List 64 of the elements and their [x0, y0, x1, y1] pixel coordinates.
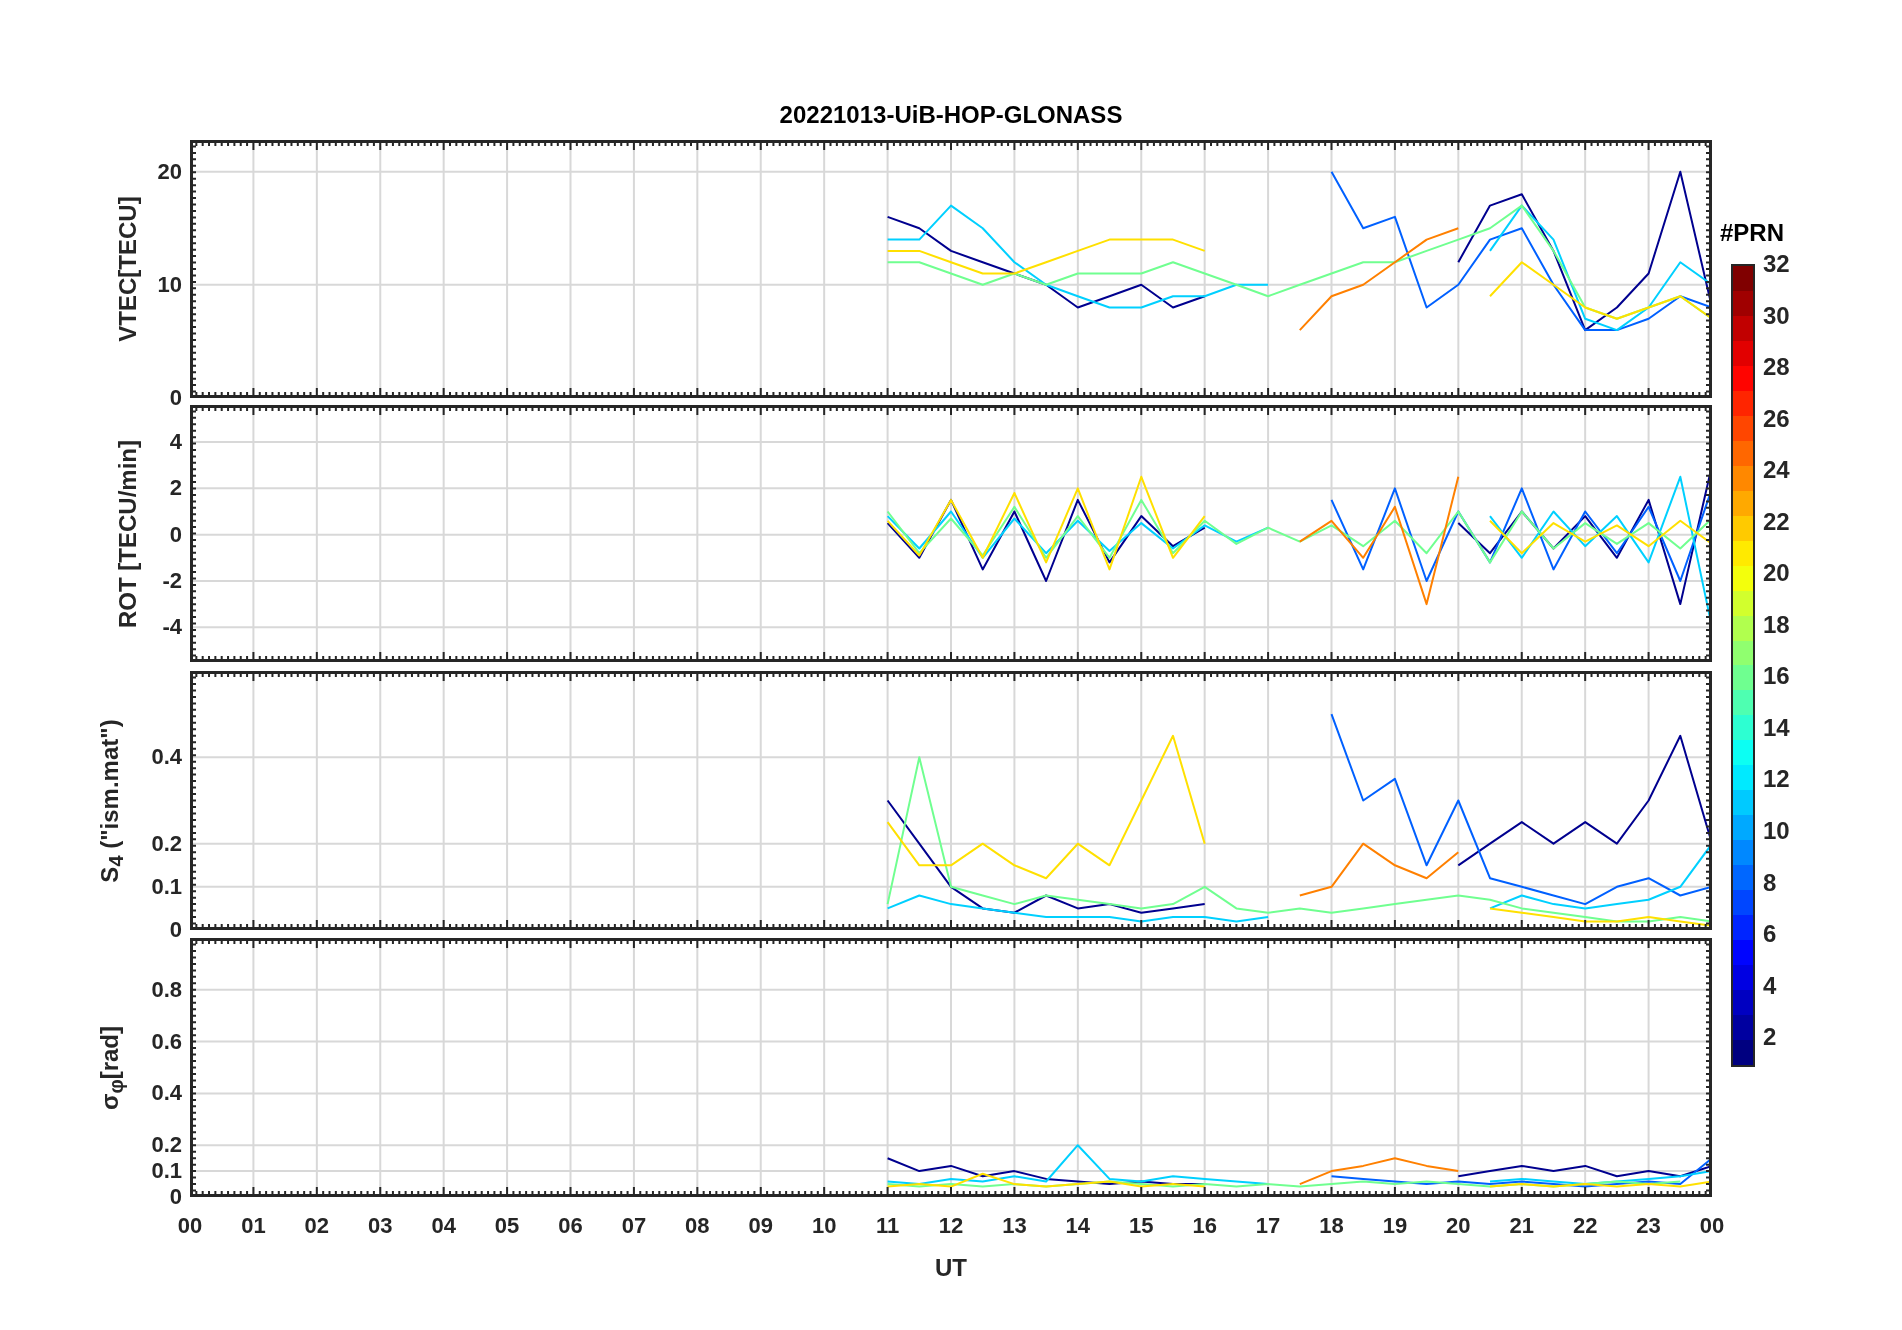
axis-tick-label: 23	[1636, 1213, 1661, 1239]
axis-tick-label: 13	[1002, 1213, 1027, 1239]
colorbar-tick-label: 12	[1763, 765, 1790, 794]
colorbar-tick-label: 24	[1763, 456, 1790, 485]
axis-tick-label: 0.1	[151, 873, 182, 900]
axis-tick-label: 00	[1699, 1213, 1725, 1239]
colorbar-title: #PRN	[1720, 219, 1785, 247]
colorbar-tick-label: 8	[1763, 868, 1777, 897]
axis-label: VTEC[TECU]	[114, 196, 142, 342]
axis-tick-label: 14	[1065, 1213, 1091, 1239]
axis-tick-label: 00	[177, 1213, 203, 1239]
axis-tick-label: -2	[162, 567, 182, 594]
axis-tick-label: 0.6	[151, 1028, 182, 1055]
axis-tick-label: 08	[685, 1213, 710, 1239]
axis-tick-label: 0.4	[151, 744, 182, 771]
chart-title: 20221013-UiB-HOP-GLONASS	[778, 101, 1124, 129]
colorbar-tick-label: 22	[1763, 507, 1790, 536]
axis-tick-label: 07	[621, 1213, 647, 1239]
colorbar-tick-label: 2	[1763, 1023, 1777, 1052]
axis-tick-label: 0.4	[151, 1080, 182, 1107]
axis-tick-label: 20	[157, 158, 182, 185]
axis-tick-label: -4	[162, 614, 182, 641]
axis-tick-label: 0.2	[151, 830, 182, 857]
axis-tick-label: 16	[1192, 1213, 1217, 1239]
colorbar-tick-label: 6	[1763, 920, 1777, 949]
colorbar-tick-label: 14	[1763, 713, 1790, 742]
colorbar-tick-label: 26	[1763, 404, 1790, 433]
colorbar-tick-label: 18	[1763, 610, 1790, 639]
axis-tick-label: 17	[1255, 1213, 1281, 1239]
axis-tick-label: 20	[1446, 1213, 1471, 1239]
axis-tick-label: 01	[241, 1213, 266, 1239]
axis-tick-label: 12	[938, 1213, 964, 1239]
axis-tick-label: 22	[1572, 1213, 1598, 1239]
axis-tick-label: 0.2	[151, 1132, 182, 1159]
axis-label: ROT [TECU/min]	[114, 439, 142, 628]
axis-tick-label: 0	[169, 521, 182, 548]
colorbar-tick-label: 28	[1763, 353, 1790, 382]
axis-tick-label: 0	[169, 1184, 182, 1210]
axis-tick-label: 21	[1509, 1213, 1534, 1239]
colorbar-tick-label: 16	[1763, 662, 1790, 691]
axis-tick-label: 0	[169, 385, 182, 411]
axis-tick-label: 05	[494, 1213, 520, 1239]
axis-tick-label: 18	[1319, 1213, 1344, 1239]
axis-tick-label: 10	[157, 271, 182, 298]
axis-tick-label: 4	[169, 429, 182, 456]
axis-tick-label: 0	[169, 917, 182, 943]
axis-tick-label: 06	[558, 1213, 583, 1239]
axis-tick-label: 04	[431, 1213, 456, 1239]
axis-tick-label: 19	[1382, 1213, 1408, 1239]
axis-tick-label: 03	[368, 1213, 393, 1239]
colorbar-tick-label: 32	[1763, 250, 1790, 278]
axis-label: UT	[935, 1254, 967, 1282]
axis-tick-label: 02	[304, 1213, 330, 1239]
colorbar-tick-label: 20	[1763, 559, 1790, 588]
axis-tick-label: 0.1	[151, 1158, 182, 1185]
axis-tick-label: 09	[748, 1213, 773, 1239]
axis-tick-label: 0.8	[151, 976, 182, 1003]
colorbar-tick-label: 4	[1763, 971, 1777, 1000]
axis-tick-label: 11	[875, 1213, 900, 1239]
axis-tick-label: 10	[811, 1213, 837, 1239]
axis-tick-label: 2	[169, 475, 182, 502]
colorbar-tick-label: 10	[1763, 817, 1790, 846]
axis-tick-label: 15	[1129, 1213, 1154, 1239]
colorbar-tick-label: 30	[1763, 301, 1790, 330]
